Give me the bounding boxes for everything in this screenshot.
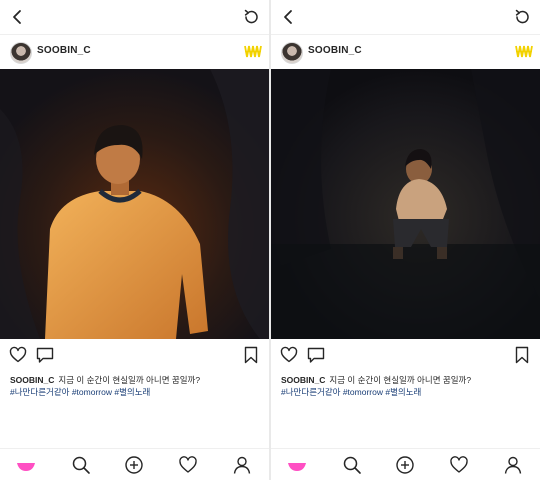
post-actions: [271, 344, 540, 368]
avatar[interactable]: [10, 42, 32, 64]
bookmark-icon[interactable]: [242, 346, 260, 364]
caption-hashtags[interactable]: #나만다른거같아 #tomorrow #별의노래: [10, 387, 150, 397]
top-bar: [271, 0, 540, 34]
bottom-nav: [0, 448, 269, 480]
caption-text: 지금 이 순간이 현실일까 아니면 꿈일까?: [58, 375, 201, 385]
heart-icon[interactable]: [9, 346, 27, 364]
home-pink-icon[interactable]: [287, 455, 307, 475]
comment-icon[interactable]: [36, 346, 54, 364]
profile-icon[interactable]: [503, 455, 523, 475]
profile-icon[interactable]: [232, 455, 252, 475]
top-bar: [0, 0, 269, 34]
heart-icon[interactable]: [280, 346, 298, 364]
caption-text: 지금 이 순간이 현실일까 아니면 꿈일까?: [329, 375, 472, 385]
post-photo[interactable]: [0, 69, 269, 339]
bottom-nav: [271, 448, 540, 480]
avatar[interactable]: [281, 42, 303, 64]
post-header: SOOBIN_C: [0, 34, 269, 69]
post-actions: [0, 344, 269, 368]
refresh-icon[interactable]: [513, 8, 531, 26]
caption-username[interactable]: SOOBIN_C: [281, 375, 325, 385]
add-icon[interactable]: [395, 455, 415, 475]
post-header: SOOBIN_C: [271, 34, 540, 69]
activity-heart-icon[interactable]: [449, 455, 469, 475]
caption-username[interactable]: SOOBIN_C: [10, 375, 54, 385]
yellow-wave-logo: [515, 45, 533, 58]
activity-heart-icon[interactable]: [178, 455, 198, 475]
back-arrow-icon[interactable]: [280, 8, 298, 26]
bookmark-icon[interactable]: [513, 346, 531, 364]
phone-screen-right: SOOBIN_C SOOBIN_C 지금 이 순간이 현실일까 아니면 꿈일까?…: [271, 0, 540, 480]
search-icon[interactable]: [71, 455, 91, 475]
back-arrow-icon[interactable]: [9, 8, 27, 26]
add-icon[interactable]: [124, 455, 144, 475]
phone-screen-left: SOOBIN_C SOOBIN_C 지금 이 순간이 현실일까 아니면 꿈일까?…: [0, 0, 269, 480]
caption-hashtags[interactable]: #나만다른거같아 #tomorrow #별의노래: [281, 387, 421, 397]
post-caption: SOOBIN_C 지금 이 순간이 현실일까 아니면 꿈일까? #나만다른거같아 …: [281, 374, 533, 398]
yellow-wave-logo: [244, 45, 262, 58]
home-pink-icon[interactable]: [16, 455, 36, 475]
search-icon[interactable]: [342, 455, 362, 475]
post-username[interactable]: SOOBIN_C: [37, 45, 91, 56]
post-caption: SOOBIN_C 지금 이 순간이 현실일까 아니면 꿈일까? #나만다른거같아 …: [10, 374, 262, 398]
post-photo[interactable]: [271, 69, 540, 339]
post-username[interactable]: SOOBIN_C: [308, 45, 362, 56]
comment-icon[interactable]: [307, 346, 325, 364]
refresh-icon[interactable]: [242, 8, 260, 26]
